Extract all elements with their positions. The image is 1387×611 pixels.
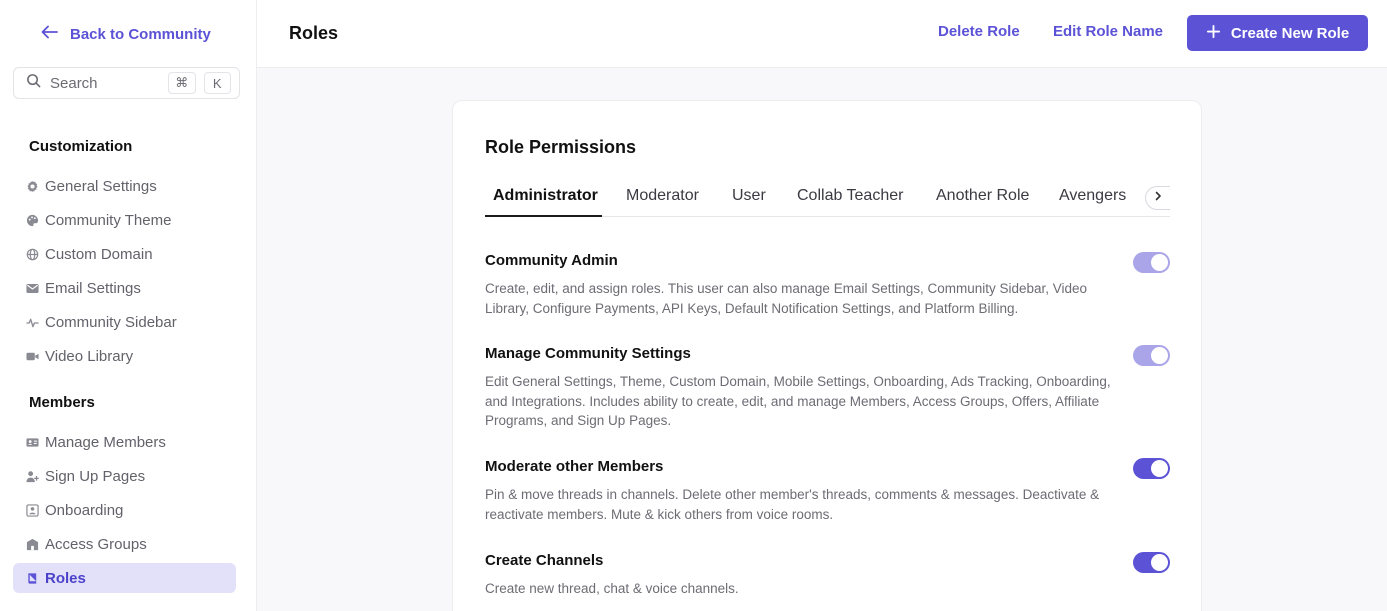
sidebar-item-label: Sign Up Pages <box>45 467 146 485</box>
sidebar-item-label: Manage Members <box>45 433 166 451</box>
sidebar-item-onboarding[interactable]: Onboarding <box>13 495 236 525</box>
toggle-knob <box>1151 460 1168 477</box>
create-new-role-label: Create New Role <box>1230 24 1350 42</box>
page-header: Roles Delete Role Edit Role Name Create … <box>257 0 1387 68</box>
search-icon <box>26 73 41 93</box>
permission-create-channels: Create Channels Create new thread, chat … <box>485 552 1170 599</box>
sidebar-item-sign-up-pages[interactable]: Sign Up Pages <box>13 461 236 491</box>
search-input[interactable] <box>50 74 160 92</box>
toggle-knob <box>1151 554 1168 571</box>
create-channels-toggle[interactable] <box>1133 552 1170 573</box>
manage-community-settings-toggle[interactable] <box>1133 345 1170 366</box>
search-box[interactable]: ⌘ K <box>13 67 240 99</box>
gear-icon <box>26 180 39 193</box>
book-icon <box>26 572 39 585</box>
back-link-label: Back to Community <box>70 25 211 43</box>
sidebar: Back to Community ⌘ K Customization Gene… <box>0 0 257 611</box>
sidebar-item-email-settings[interactable]: Email Settings <box>13 273 236 303</box>
sidebar-item-manage-members[interactable]: Manage Members <box>13 427 236 457</box>
moderate-members-toggle[interactable] <box>1133 458 1170 479</box>
arrow-left-icon <box>40 22 60 46</box>
onboarding-icon <box>26 503 39 517</box>
sidebar-item-label: Onboarding <box>45 501 124 519</box>
permission-title: Create Channels <box>485 552 604 569</box>
video-icon <box>26 350 39 363</box>
tab-collab-teacher[interactable]: Collab Teacher <box>797 187 903 205</box>
page-title: Roles <box>289 23 339 43</box>
globe-icon <box>26 248 39 261</box>
pulse-icon <box>26 316 39 329</box>
sidebar-item-label: Video Library <box>45 347 134 365</box>
tabs-scroll-right-button[interactable] <box>1145 186 1170 210</box>
sidebar-item-label: Community Sidebar <box>45 313 177 331</box>
active-tab-indicator <box>485 215 602 217</box>
sidebar-item-label: Custom Domain <box>45 245 153 263</box>
permission-description: Create new thread, chat & voice channels… <box>485 581 739 596</box>
sidebar-item-label: Community Theme <box>45 211 172 229</box>
sidebar-item-label: Access Groups <box>45 535 147 553</box>
sidebar-item-label: General Settings <box>45 177 157 195</box>
create-new-role-button[interactable]: Create New Role <box>1187 15 1368 51</box>
delete-role-button[interactable]: Delete Role <box>938 23 1020 40</box>
sidebar-item-community-sidebar[interactable]: Community Sidebar <box>13 307 236 337</box>
palette-icon <box>26 214 39 227</box>
section-title-members: Members <box>29 394 95 411</box>
community-admin-toggle[interactable] <box>1133 252 1170 273</box>
user-plus-icon <box>26 470 39 483</box>
sidebar-item-access-groups[interactable]: Access Groups <box>13 529 236 559</box>
section-title-customization: Customization <box>29 138 133 155</box>
sidebar-item-community-theme[interactable]: Community Theme <box>13 205 236 235</box>
sidebar-item-label: Email Settings <box>45 279 141 297</box>
permission-description: Edit General Settings, Theme, Custom Dom… <box>485 374 1111 428</box>
sidebar-item-label: Roles <box>45 569 86 587</box>
sidebar-item-roles[interactable]: Roles <box>13 563 236 593</box>
permission-description: Create, edit, and assign roles. This use… <box>485 281 1088 316</box>
tab-another-role[interactable]: Another Role <box>936 187 1029 205</box>
sidebar-item-custom-domain[interactable]: Custom Domain <box>13 239 236 269</box>
tab-user[interactable]: User <box>732 187 766 205</box>
permission-title: Moderate other Members <box>485 458 664 475</box>
building-icon <box>26 538 39 551</box>
k-key-badge: K <box>203 72 231 94</box>
role-permissions-card: Role Permissions Administrator Moderator… <box>452 100 1202 611</box>
permission-title: Manage Community Settings <box>485 345 691 362</box>
tab-moderator[interactable]: Moderator <box>626 187 699 205</box>
id-card-icon <box>26 436 39 449</box>
permission-moderate-members: Moderate other Members Pin & move thread… <box>485 458 1170 524</box>
tab-avengers[interactable]: Avengers <box>1059 187 1126 205</box>
toggle-knob <box>1151 347 1168 364</box>
permission-manage-community-settings: Manage Community Settings Edit General S… <box>485 345 1170 431</box>
envelope-icon <box>26 282 39 295</box>
permission-description: Pin & move threads in channels. Delete o… <box>485 487 1100 522</box>
chevron-right-icon <box>1152 189 1164 207</box>
permission-title: Community Admin <box>485 252 618 269</box>
permission-community-admin: Community Admin Create, edit, and assign… <box>485 252 1170 318</box>
back-to-community-link[interactable]: Back to Community <box>40 22 211 46</box>
edit-role-name-button[interactable]: Edit Role Name <box>1053 23 1163 40</box>
role-tabs: Administrator Moderator User Collab Teac… <box>485 175 1170 217</box>
tab-administrator[interactable]: Administrator <box>493 187 598 205</box>
card-title: Role Permissions <box>485 137 637 157</box>
cmd-key-badge: ⌘ <box>168 72 196 94</box>
sidebar-item-general-settings[interactable]: General Settings <box>13 171 236 201</box>
plus-icon <box>1206 24 1221 43</box>
sidebar-item-video-library[interactable]: Video Library <box>13 341 236 371</box>
toggle-knob <box>1151 254 1168 271</box>
